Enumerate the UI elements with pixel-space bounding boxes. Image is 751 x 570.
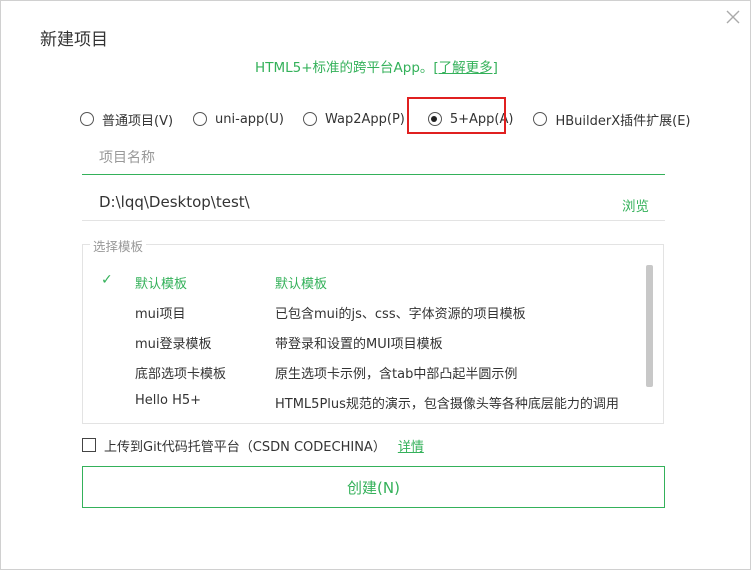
radio-normal-project[interactable]: 普通项目(V)	[80, 110, 173, 129]
template-desc: 已包含mui的js、css、字体资源的项目模板	[275, 307, 526, 322]
radio-circle	[533, 112, 548, 126]
git-upload-row: 上传到Git代码托管平台（CSDN CODECHINA） 详情	[82, 435, 424, 455]
radio-uni-app[interactable]: uni-app(U)	[193, 112, 284, 127]
git-upload-label: 上传到Git代码托管平台（CSDN CODECHINA）	[104, 439, 386, 455]
template-scrollbar[interactable]	[646, 265, 653, 387]
template-list: ✓ 默认模板 默认模板 mui项目 已包含mui的js、css、字体资源的项目模…	[82, 266, 642, 416]
checkmark-icon: ✓	[101, 272, 113, 288]
new-project-dialog: 新建项目 HTML5+标准的跨平台App。[了解更多] 普通项目(V) uni-…	[0, 0, 751, 570]
radio-label: uni-app(U)	[215, 111, 284, 127]
template-name: Hello H5+	[135, 393, 202, 408]
location-path[interactable]: D:\lqq\Desktop\test\	[99, 193, 250, 211]
radio-wap2app[interactable]: Wap2App(P)	[302, 111, 405, 127]
close-icon[interactable]	[723, 7, 743, 27]
template-desc: 带登录和设置的MUI项目模板	[275, 337, 443, 352]
dialog-title: 新建项目	[40, 30, 108, 50]
template-row[interactable]: ✓ 默认模板 默认模板	[82, 266, 642, 296]
template-desc: 原生选项卡示例，含tab中部凸起半圆示例	[275, 367, 518, 382]
radio-hbuilderx-plugin[interactable]: HBuilderX插件扩展(E)	[533, 110, 691, 129]
template-name: 底部选项卡模板	[135, 367, 227, 382]
template-name: 默认模板	[135, 277, 188, 292]
template-row[interactable]: mui登录模板 带登录和设置的MUI项目模板	[82, 326, 642, 356]
radio-circle	[302, 112, 317, 126]
radio-label: HBuilderX插件扩展(E)	[555, 113, 691, 129]
learn-more-link[interactable]: [了解更多]	[433, 60, 498, 76]
template-name: mui项目	[135, 307, 186, 322]
project-name-input[interactable]	[82, 142, 665, 175]
template-desc: 默认模板	[275, 277, 328, 292]
highlight-box	[407, 97, 506, 134]
template-row[interactable]: 底部选项卡模板 原生选项卡示例，含tab中部凸起半圆示例	[82, 356, 642, 386]
location-row: D:\lqq\Desktop\test\ 浏览	[82, 187, 665, 221]
subtitle-text: HTML5+标准的跨平台App。	[255, 60, 434, 76]
radio-circle	[193, 112, 208, 126]
git-upload-checkbox[interactable]	[82, 438, 96, 452]
radio-label: 普通项目(V)	[102, 113, 174, 129]
template-row[interactable]: Hello H5+ HTML5Plus规范的演示，包含摄像头等各种底层能力的调用	[82, 386, 642, 416]
template-legend: 选择模板	[90, 236, 147, 255]
template-desc: HTML5Plus规范的演示，包含摄像头等各种底层能力的调用	[275, 397, 619, 412]
git-detail-link[interactable]: 详情	[398, 436, 424, 455]
template-name: mui登录模板	[135, 337, 212, 352]
radio-circle	[80, 112, 94, 126]
create-button[interactable]: 创建(N)	[82, 466, 665, 508]
template-row[interactable]: mui项目 已包含mui的js、css、字体资源的项目模板	[82, 296, 642, 326]
subtitle: HTML5+标准的跨平台App。[了解更多]	[1, 56, 751, 76]
browse-button[interactable]: 浏览	[622, 195, 649, 215]
project-type-group: 普通项目(V) uni-app(U) Wap2App(P) 5+App(A) H…	[80, 108, 691, 130]
radio-label: Wap2App(P)	[324, 111, 405, 127]
